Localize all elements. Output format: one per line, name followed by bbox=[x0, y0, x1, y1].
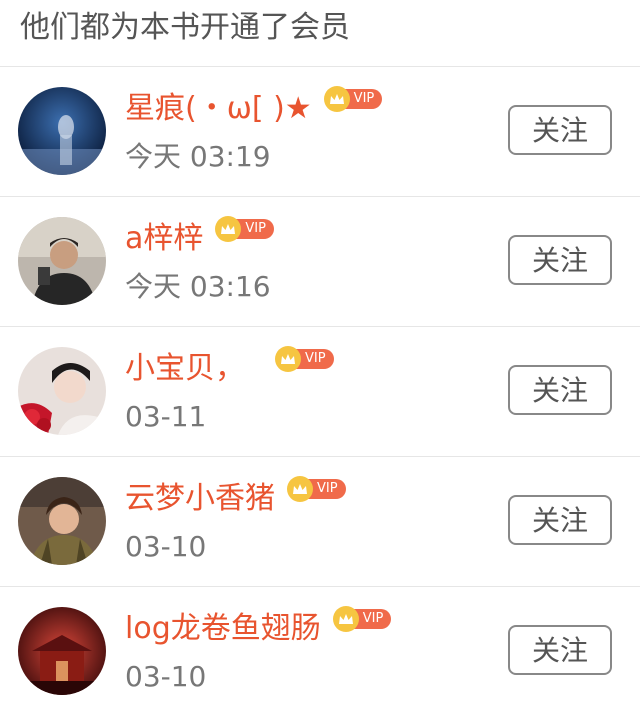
follow-button[interactable]: 关注 bbox=[508, 625, 612, 675]
member-time: 今天 03:19 bbox=[125, 140, 271, 173]
follow-button[interactable]: 关注 bbox=[508, 105, 612, 155]
member-time: 03-10 bbox=[125, 530, 207, 563]
list-item[interactable]: 星痕(・ω[ )★ VIP 今天 03:19 关注 bbox=[0, 67, 640, 197]
name-line: 云梦小香猪 VIP bbox=[125, 476, 346, 519]
vip-badge: VIP bbox=[215, 216, 274, 242]
list-item[interactable]: log龙卷鱼翅肠 VIP 03-10 关注 bbox=[0, 587, 640, 714]
vip-badge: VIP bbox=[275, 346, 334, 372]
name-line: log龙卷鱼翅肠 VIP bbox=[125, 606, 392, 649]
member-name[interactable]: 星痕(・ω[ )★ bbox=[125, 89, 312, 129]
vip-badge: VIP bbox=[323, 86, 383, 112]
follow-button[interactable]: 关注 bbox=[508, 495, 612, 545]
name-line: a梓梓 VIP bbox=[125, 216, 274, 259]
member-name[interactable]: 小宝贝， bbox=[125, 349, 245, 389]
list-item[interactable]: a梓梓 VIP 今天 03:16 关注 bbox=[0, 197, 640, 327]
avatar[interactable] bbox=[18, 217, 106, 305]
avatar[interactable] bbox=[18, 87, 106, 175]
name-line: 星痕(・ω[ )★ VIP bbox=[125, 86, 383, 129]
member-time: 今天 03:16 bbox=[125, 270, 271, 303]
follow-button[interactable]: 关注 bbox=[508, 235, 612, 285]
avatar[interactable] bbox=[18, 477, 106, 565]
crown-icon bbox=[275, 346, 301, 372]
name-line: 小宝贝， VIP bbox=[125, 346, 334, 389]
vip-badge: VIP bbox=[332, 606, 392, 632]
avatar[interactable] bbox=[18, 347, 106, 435]
vip-members-page: 他们都为本书开通了会员 星痕(・ω[)★ VIP 今天 03:19 关注 a梓… bbox=[0, 0, 640, 714]
member-name[interactable]: log龙卷鱼翅肠 bbox=[125, 609, 321, 649]
crown-icon bbox=[287, 476, 313, 502]
follow-button[interactable]: 关注 bbox=[508, 365, 612, 415]
list-item[interactable]: 云梦小香猪 VIP 03-10 关注 bbox=[0, 457, 640, 587]
member-time: 03-10 bbox=[125, 660, 207, 693]
list-item[interactable]: 小宝贝， VIP 03-11 关注 bbox=[0, 327, 640, 457]
member-list: 星痕(・ω[ )★ VIP 今天 03:19 关注 a梓梓 VIP 今天 03:… bbox=[0, 67, 640, 714]
member-name[interactable]: a梓梓 bbox=[125, 219, 203, 259]
member-name[interactable]: 云梦小香猪 bbox=[125, 479, 275, 519]
vip-badge: VIP bbox=[287, 476, 346, 502]
member-time: 03-11 bbox=[125, 400, 207, 433]
avatar[interactable] bbox=[18, 607, 106, 695]
crown-icon bbox=[332, 606, 359, 632]
page-title: 他们都为本书开通了会员 bbox=[0, 0, 640, 67]
crown-icon bbox=[323, 86, 350, 112]
